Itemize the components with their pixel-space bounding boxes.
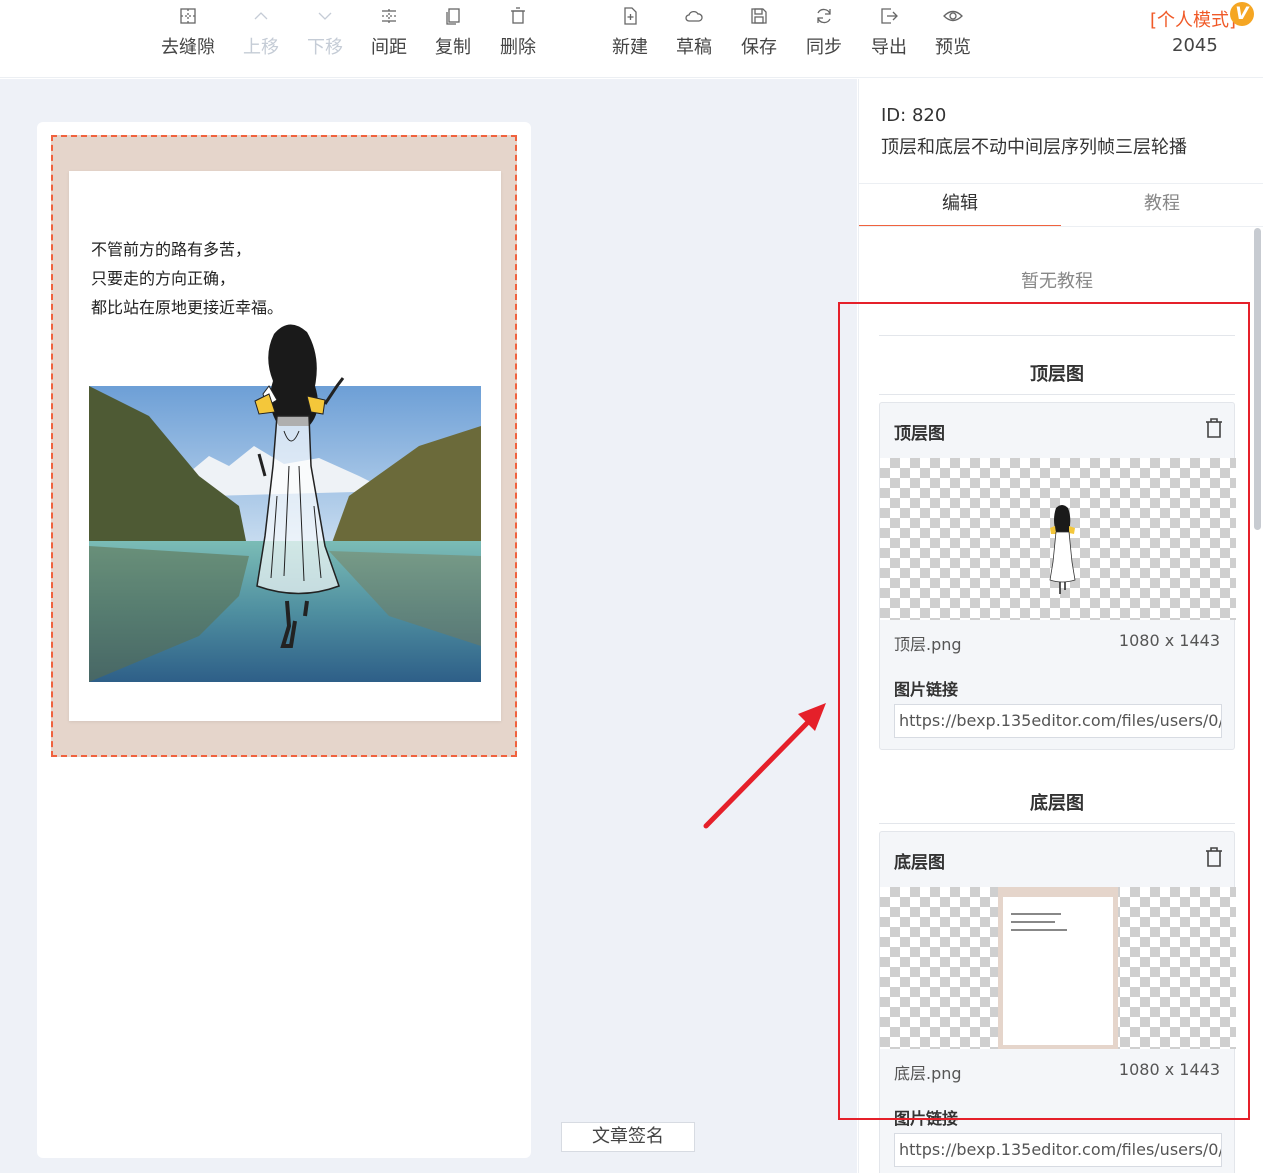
no-tutorial-text: 暂无教程 (1021, 271, 1093, 292)
bottom-layer-card: 不管前方的路有多苦， 只要走的方向正确， 都比站在原地更接近幸福。 (69, 171, 501, 721)
toolbar-label: 导出 (871, 37, 907, 58)
toolbar-label: 保存 (741, 37, 777, 58)
template-id: ID: 820 (881, 105, 947, 126)
poem-line: 只要走的方向正确， (91, 269, 236, 288)
top-layer-dimensions: 1080 x 1443 (1118, 631, 1220, 650)
chevron-down-icon (318, 12, 332, 20)
top-layer-filename: 顶层.png (894, 635, 962, 654)
export-icon (881, 8, 898, 24)
template-name: 顶层和底层不动中间层序列帧三层轮播 (881, 137, 1187, 158)
poem-text: 不管前方的路有多苦， 只要走的方向正确， 都比站在原地更接近幸福。 (91, 235, 283, 322)
toolbar-label: 删除 (500, 37, 536, 58)
article-signature-button[interactable]: 文章签名 (561, 1122, 695, 1152)
bottom-layer-thumbnail (998, 887, 1118, 1049)
cloud-icon (685, 10, 703, 22)
divider (879, 335, 1235, 336)
toolbar-label: 间距 (371, 37, 407, 58)
toolbar-label: 草稿 (676, 37, 712, 58)
girl-illustration (254, 324, 345, 648)
annotation-arrow-icon (703, 703, 826, 829)
bottom-layer-card-title: 底层图 (894, 853, 945, 873)
article-preview: 不管前方的路有多苦， 只要走的方向正确， 都比站在原地更接近幸福。 (37, 122, 531, 1158)
bottom-layer-filename: 底层.png (894, 1064, 962, 1083)
user-count: 2045 (1172, 35, 1218, 56)
toolbar-label: 新建 (612, 37, 648, 58)
poem-line: 不管前方的路有多苦， (91, 240, 252, 259)
remove-gap-button[interactable]: 去缝隙 (156, 6, 220, 66)
vip-badge-icon: V (1230, 2, 1254, 26)
tab-edit[interactable]: 编辑 (859, 189, 1061, 227)
toolbar-label: 预览 (935, 37, 971, 58)
toolbar-label: 上移 (243, 37, 279, 58)
grid-cell-icon (180, 8, 196, 24)
preview-button[interactable]: 预览 (921, 6, 985, 66)
properties-panel: ID: 820 顶层和底层不动中间层序列帧三层轮播 编辑 教程 暂无教程 顶层图… (858, 79, 1263, 1173)
top-layer-image-preview (880, 458, 1236, 620)
toolbar: 去缝隙 上移 下移 间距 复制 删除 新建 草稿 保存 同步 导出 预览 [个人… (0, 0, 1263, 78)
spacing-button[interactable]: 间距 (357, 6, 421, 66)
personal-mode-link[interactable]: [个人模式] (1150, 6, 1236, 32)
bottom-layer-link-label: 图片链接 (894, 1109, 959, 1128)
tab-tutorial[interactable]: 教程 (1061, 189, 1263, 227)
move-down-button[interactable]: 下移 (293, 6, 357, 66)
save-button[interactable]: 保存 (727, 6, 791, 66)
thumbnail-card (1003, 897, 1113, 1045)
panel-scrollbar[interactable] (1254, 228, 1261, 530)
divider (879, 394, 1235, 395)
top-layer-link-label: 图片链接 (894, 680, 959, 699)
top-layer-card: 顶层图 顶层.png 1080 x 1443 图片链接 https://bexp… (879, 402, 1236, 750)
editor-workspace: 不管前方的路有多苦， 只要走的方向正确， 都比站在原地更接近幸福。 文章签名 (0, 79, 857, 1173)
bottom-layer-link-input[interactable]: https://bexp.135editor.com/files/users/0… (894, 1133, 1222, 1167)
top-layer-section-title: 顶层图 (1030, 364, 1084, 385)
selected-template-block[interactable]: 不管前方的路有多苦， 只要走的方向正确， 都比站在原地更接近幸福。 (51, 135, 517, 757)
bottom-layer-section-title: 底层图 (1030, 793, 1084, 814)
delete-button[interactable]: 删除 (486, 6, 550, 66)
toolbar-label: 去缝隙 (161, 37, 215, 58)
spacing-icon (382, 9, 396, 23)
divider (859, 183, 1263, 184)
toolbar-label: 同步 (806, 37, 842, 58)
toolbar-label: 复制 (435, 37, 471, 58)
sync-icon (817, 8, 831, 24)
bottom-layer-dimensions: 1080 x 1443 (1118, 1060, 1220, 1079)
new-button[interactable]: 新建 (598, 6, 662, 66)
divider (879, 823, 1235, 824)
toolbar-label: 下移 (307, 37, 343, 58)
top-layer-link-input[interactable]: https://bexp.135editor.com/files/users/0… (894, 704, 1222, 738)
sync-button[interactable]: 同步 (792, 6, 856, 66)
draft-button[interactable]: 草稿 (662, 6, 726, 66)
divider (859, 226, 1263, 227)
trash-icon[interactable] (1204, 846, 1224, 868)
eye-icon (943, 10, 963, 22)
bottom-layer-image-preview (880, 887, 1236, 1049)
new-file-icon (624, 7, 637, 25)
save-icon (751, 8, 767, 24)
copy-button[interactable]: 复制 (421, 6, 485, 66)
move-up-button[interactable]: 上移 (229, 6, 293, 66)
chevron-up-icon (254, 12, 268, 20)
copy-icon (446, 8, 460, 25)
trash-icon (511, 7, 525, 24)
bottom-layer-card: 底层图 底层.png 1080 x 1443 图片链接 https://bexp… (879, 831, 1236, 1173)
trash-icon[interactable] (1204, 417, 1224, 439)
top-layer-card-title: 顶层图 (894, 424, 945, 444)
girl-thumbnail (1049, 505, 1076, 594)
export-button[interactable]: 导出 (857, 6, 921, 66)
